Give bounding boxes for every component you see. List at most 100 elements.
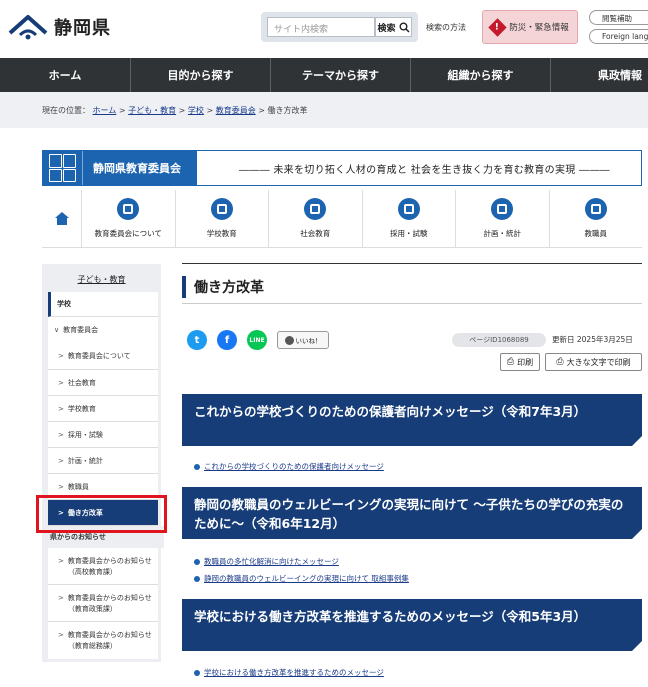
sidebar-item-news-high-school[interactable]: > 教育委員会からのお知らせ（高校教育課） (48, 548, 158, 585)
search-howto-link[interactable]: 検索の方法 (426, 22, 466, 33)
pencil-icon (397, 198, 420, 220)
section-link[interactable]: 教職員の多忙化解消に向けたメッセージ (194, 556, 339, 567)
icon-nav-social-education[interactable]: 社会教育 (269, 190, 363, 247)
twitter-share-icon[interactable]: t (187, 330, 207, 350)
breadcrumb: 現在の位置： ホーム > 子ども・教育 > 学校 > 教育委員会 > 働き方改革 (0, 92, 648, 128)
icon-nav-about-board[interactable]: 教育委員会について (82, 190, 176, 247)
sidebar-item-plans[interactable]: > 計画・統計 (48, 448, 158, 474)
sidebar-item-label: 学校 (57, 300, 71, 308)
facebook-share-icon[interactable]: f (217, 330, 237, 350)
bullet-icon (194, 575, 200, 582)
breadcrumb-prefix: 現在の位置： (42, 106, 90, 115)
shizuoka-emblem-icon (8, 15, 48, 40)
nav-theme[interactable]: テーマから探す (271, 58, 411, 92)
section-link[interactable]: 学校における働き方改革を推進するためのメッセージ (194, 667, 384, 678)
icon-nav-label: 計画・統計 (483, 229, 522, 238)
sidebar-section-label: 県からのお知らせ (50, 533, 106, 541)
board-title: 静岡県教育委員会 (93, 162, 181, 175)
sidebar-top-link[interactable]: 子ども・教育 (42, 264, 161, 285)
sidebar-item-label: 教育委員会からのお知らせ（教育政策課） (67, 594, 152, 613)
search-icon (399, 22, 410, 33)
icon-nav-label: 学校教育 (206, 229, 237, 238)
page-title: 働き方改革 (182, 276, 642, 298)
sidebar-item-label: 教育委員会からのお知らせ（教育総務課） (67, 631, 152, 650)
search-button-label: 検索 (377, 23, 396, 34)
breadcrumb-sep: > (206, 106, 214, 115)
sidebar-item-label: 教育委員会 (63, 326, 99, 334)
link-text[interactable]: 静岡の教職員のウェルビーイングの実現に向けて 取組事例集 (204, 573, 409, 584)
bullet-icon (194, 669, 200, 676)
icon-nav-staff[interactable]: 教職員 (550, 190, 643, 247)
breadcrumb-sep: > (178, 106, 186, 115)
warning-icon: ! (488, 17, 507, 37)
breadcrumb-children-education[interactable]: 子ども・教育 (128, 106, 176, 115)
sidebar-item-label: 計画・統計 (67, 456, 103, 465)
print-large-button[interactable]: ⎙ 大きな文字で印刷 (545, 353, 642, 371)
site-logo[interactable]: 静岡県 (8, 13, 111, 41)
section-link[interactable]: 静岡の教職員のウェルビーイングの実現に向けて 取組事例集 (194, 573, 409, 584)
link-text[interactable]: これからの学校づくりのための保護者向けメッセージ (204, 461, 384, 472)
breadcrumb-school[interactable]: 学校 (188, 106, 204, 115)
sidebar-item-label: 教職員 (67, 482, 89, 491)
education-icons (43, 151, 83, 185)
link-text[interactable]: 教職員の多忙化解消に向けたメッセージ (204, 556, 339, 567)
sidebar-item-recruitment[interactable]: > 採用・試験 (48, 422, 158, 448)
sidebar-item-label: 学校教育 (67, 404, 96, 413)
section-heading: これからの学校づくりのための保護者向けメッセージ（令和7年3月） (182, 394, 642, 446)
page-id-badge: ページID1068089 (452, 333, 546, 347)
print-label: 印刷 (517, 357, 534, 367)
page-title-rule (182, 303, 642, 304)
chevron-right-icon: > (58, 594, 64, 602)
search-input[interactable]: サイト内検索 (267, 17, 375, 37)
nav-prefectural-info[interactable]: 県政情報 (551, 58, 648, 92)
chevron-right-icon: > (58, 404, 64, 413)
icon-nav-plans-statistics[interactable]: 計画・統計 (456, 190, 550, 247)
icon-nav-label: 社会教育 (300, 229, 331, 238)
breadcrumb-board[interactable]: 教育委員会 (216, 106, 256, 115)
link-text[interactable]: 学校における働き方改革を推進するためのメッセージ (204, 667, 384, 678)
chevron-right-icon: > (58, 378, 64, 387)
nav-purpose[interactable]: 目的から探す (131, 58, 271, 92)
search-button[interactable]: 検索 (375, 17, 412, 37)
icon-nav-label: 教育委員会について (94, 229, 162, 238)
chart-icon (491, 198, 514, 220)
chevron-right-icon: > (58, 631, 64, 639)
home-icon (54, 212, 69, 225)
icon-nav-school-education[interactable]: 学校教育 (176, 190, 269, 247)
print-button[interactable]: ⎙ 印刷 (500, 353, 540, 371)
like-button[interactable]: いいね！ (277, 331, 329, 349)
breadcrumb-home[interactable]: ホーム (93, 106, 117, 115)
chevron-right-icon: > (58, 456, 64, 465)
sidebar-item-school[interactable]: 学校 (48, 292, 158, 317)
board-tagline: ――― 未来を切り拓く人材の育成と 社会を生き抜く力を育む教育の実現 ――― (239, 165, 610, 176)
book-icon (210, 198, 233, 220)
global-nav: ホーム 目的から探す テーマから探す 組織から探す 県政情報 (0, 58, 648, 92)
board-banner: 静岡県教育委員会 ――― 未来を切り拓く人材の育成と 社会を生き抜く力を育む教育… (42, 150, 642, 186)
board-banner-title-block[interactable]: 静岡県教育委員会 (43, 151, 197, 185)
site-header: 静岡県 サイト内検索 検索 検索の方法 ! 防災・緊急情報 閲覧補助 Forei… (0, 0, 648, 58)
printer-icon: ⎙ (556, 357, 564, 367)
sidebar-item-about-board[interactable]: > 教育委員会について (48, 343, 158, 370)
chevron-right-icon: > (58, 352, 64, 360)
sidebar-item-board[interactable]: ∨ 教育委員会 (48, 317, 158, 343)
updated-date: 更新日 2025年3月25日 (552, 335, 633, 344)
line-share-icon[interactable]: LINE (247, 330, 267, 350)
section-heading: 学校における働き方改革を推進するためのメッセージ（令和5年3月） (182, 599, 642, 651)
sidebar-item-social-education[interactable]: > 社会教育 (48, 370, 158, 396)
sidebar-item-news-general[interactable]: > 教育委員会からのお知らせ（教育総務課） (48, 622, 158, 659)
emergency-info-button[interactable]: ! 防災・緊急情報 (482, 10, 578, 44)
like-label: いいね！ (295, 337, 322, 345)
board-home-button[interactable] (42, 190, 82, 247)
foreign-language-button[interactable]: Foreign lang (589, 29, 648, 44)
nav-organization[interactable]: 組織から探す (411, 58, 551, 92)
section-link[interactable]: これからの学校づくりのための保護者向けメッセージ (194, 461, 384, 472)
icon-nav-recruitment[interactable]: 採用・試験 (363, 190, 456, 247)
nav-home[interactable]: ホーム (0, 58, 131, 92)
heart-icon (284, 335, 294, 345)
sidebar-item-school-education[interactable]: > 学校教育 (48, 396, 158, 422)
device-icon (304, 198, 327, 220)
printer-icon: ⎙ (506, 357, 515, 367)
sidebar-item-label: 採用・試験 (67, 430, 103, 439)
sidebar-item-news-policy[interactable]: > 教育委員会からのお知らせ（教育政策課） (48, 585, 158, 622)
accessibility-button[interactable]: 閲覧補助 (589, 10, 648, 25)
